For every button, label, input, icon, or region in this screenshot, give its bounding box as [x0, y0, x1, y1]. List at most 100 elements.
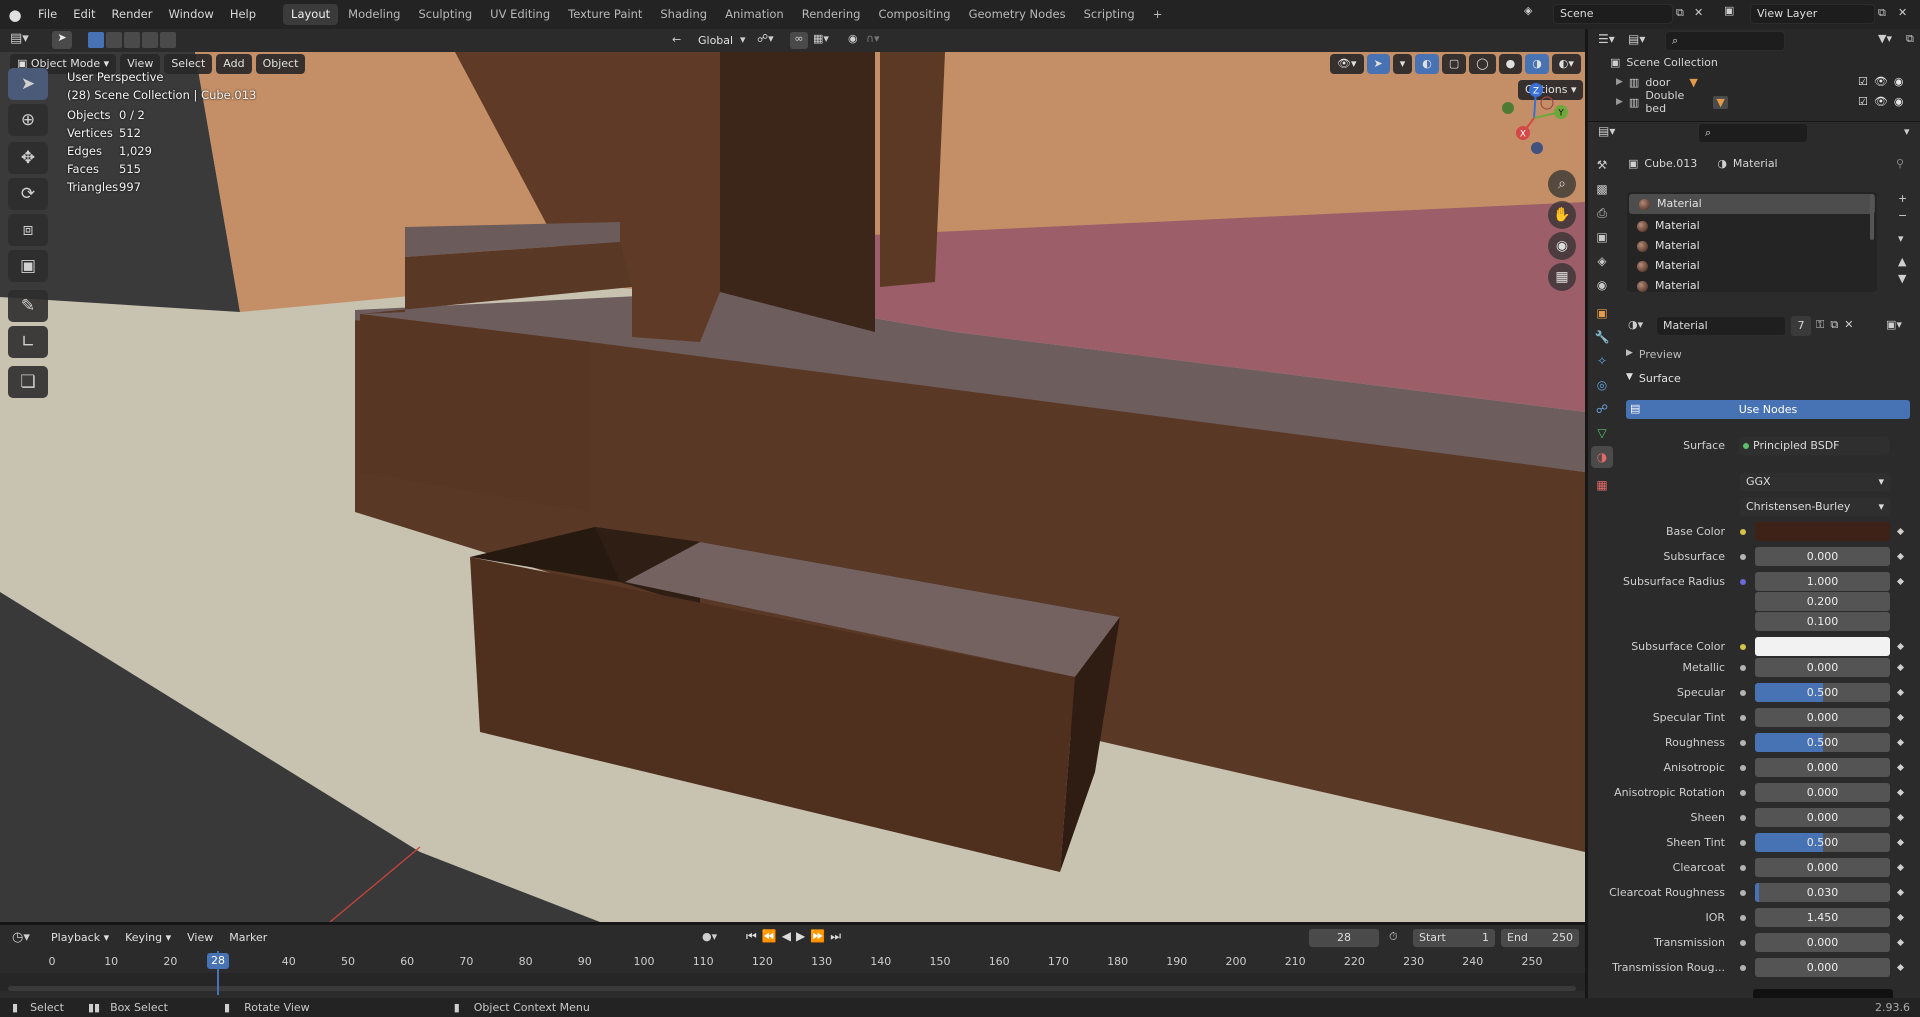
preview-range-icon[interactable]: ⏱ [1389, 930, 1398, 944]
subsurface-color-swatch[interactable] [1755, 637, 1890, 656]
keyframe-icon[interactable] [1896, 813, 1905, 822]
users-count[interactable]: 7 [1791, 316, 1811, 336]
properties-editor-icon[interactable]: ▤▾ [1598, 124, 1615, 138]
proportional-editing-icon[interactable]: ◉ [848, 32, 858, 45]
tab-shading[interactable]: Shading [652, 4, 715, 25]
move-tool-icon[interactable]: ✥ [8, 142, 48, 174]
keyframe-icon[interactable] [1896, 913, 1905, 922]
param-slider[interactable]: 0.500 [1755, 733, 1890, 752]
material-slot-list[interactable]: Material Material Material Material Mate… [1627, 192, 1877, 292]
new-view-layer-icon[interactable]: ⧉ [1878, 6, 1886, 20]
move-slot-up-icon[interactable]: ▲ [1898, 255, 1907, 268]
tab-scripting[interactable]: Scripting [1076, 4, 1143, 25]
pan-hand-icon[interactable]: ✋ [1548, 201, 1576, 229]
tab-sculpting[interactable]: Sculpting [410, 4, 480, 25]
material-slot-item[interactable]: Material [1627, 236, 1877, 256]
param-slider[interactable]: 0.000 [1755, 758, 1890, 777]
camera-icon[interactable]: ◉ [1894, 95, 1904, 108]
select-tool-icon[interactable]: ➤ [52, 31, 72, 49]
menu-add[interactable]: Add [216, 54, 252, 74]
outliner-row-scene-collection[interactable]: ▣ Scene Collection [1610, 53, 1718, 71]
overlays-icon[interactable]: ◐ [1415, 54, 1439, 74]
checkbox-icon[interactable]: ☑ [1858, 75, 1868, 88]
pivot-point-icon[interactable]: ☍▾ [757, 32, 774, 45]
solid-shading-icon[interactable]: ● [1498, 54, 1523, 74]
move-slot-down-icon[interactable]: ▼ [1898, 272, 1907, 285]
texture-tab-icon[interactable]: ▦ [1591, 474, 1613, 496]
tab-uv-editing[interactable]: UV Editing [482, 4, 558, 25]
material-name-field[interactable]: Material [1656, 316, 1786, 336]
menu-playback[interactable]: Playback ▾ [44, 928, 116, 948]
snap-target-icon[interactable]: ▦▾ [813, 32, 829, 45]
wireframe-shading-icon[interactable]: ◯ [1469, 54, 1496, 74]
selection-mode-icons[interactable] [88, 32, 176, 48]
playhead-frame-badge[interactable]: 28 [207, 953, 229, 969]
blender-logo-icon[interactable]: ● [0, 0, 30, 29]
expand-arrow-icon[interactable]: ▶ [1616, 97, 1623, 107]
menu-select[interactable]: Select [164, 54, 213, 74]
menu-help[interactable]: Help [222, 0, 264, 29]
param-slider[interactable]: 0.030 [1755, 883, 1890, 902]
end-frame-field[interactable]: End 250 [1500, 928, 1580, 948]
param-slider[interactable]: 0.500 [1755, 683, 1890, 702]
outliner-search-input[interactable]: ⌕ [1665, 31, 1785, 51]
menu-object[interactable]: Object [255, 54, 306, 74]
transform-orientation-dropdown[interactable]: Global [692, 31, 739, 50]
menu-edit[interactable]: Edit [65, 0, 103, 29]
render-tab-icon[interactable]: ▩ [1591, 178, 1613, 200]
play-reverse-icon[interactable]: ◀ [782, 929, 791, 944]
physics-tab-icon[interactable]: ◎ [1591, 374, 1613, 396]
xray-icon[interactable]: ▢ [1441, 54, 1467, 74]
menu-keying[interactable]: Keying ▾ [118, 928, 178, 948]
menu-marker[interactable]: Marker [222, 928, 274, 948]
add-cube-tool-icon[interactable]: ❏ [8, 366, 48, 398]
camera-view-icon[interactable]: ◉ [1548, 232, 1576, 260]
annotate-tool-icon[interactable]: ✎ [8, 290, 48, 322]
keyframe-icon[interactable] [1896, 863, 1905, 872]
keyframe-icon[interactable] [1896, 552, 1905, 561]
editor-type-icon[interactable]: ▤▾ [10, 31, 29, 46]
param-slider[interactable]: 0.000 [1755, 808, 1890, 827]
param-slider[interactable]: 0.000 [1755, 858, 1890, 877]
keyframe-icon[interactable] [1896, 888, 1905, 897]
distribution-dropdown[interactable]: GGX ▾ [1739, 472, 1891, 492]
zoom-icon[interactable]: ⌕ [1548, 170, 1576, 198]
view-layer-field[interactable]: View Layer [1750, 4, 1875, 24]
new-collection-icon[interactable]: ⧉ [1906, 32, 1914, 46]
keyframe-icon[interactable] [1896, 938, 1905, 947]
tab-texture-paint[interactable]: Texture Paint [560, 4, 650, 25]
param-slider[interactable]: 1.450 [1755, 908, 1890, 927]
material-slot-item[interactable]: Material [1629, 194, 1875, 214]
remove-slot-icon[interactable]: − [1898, 209, 1907, 222]
slot-scrollbar[interactable] [1870, 194, 1874, 240]
material-slot-item[interactable]: Material [1627, 276, 1877, 292]
constraints-tab-icon[interactable]: ☍ [1591, 398, 1613, 420]
cursor-tool-icon[interactable]: ⊕ [8, 104, 48, 136]
menu-file[interactable]: File [30, 0, 65, 29]
prev-keyframe-icon[interactable]: ⏪ [762, 929, 777, 944]
checkbox-icon[interactable]: ☑ [1858, 95, 1868, 108]
visibility-icon[interactable]: 👁▾ [1330, 54, 1364, 74]
keyframe-icon[interactable] [1896, 713, 1905, 722]
next-keyframe-icon[interactable]: ⏩ [810, 929, 825, 944]
measure-tool-icon[interactable]: ∟ [8, 326, 48, 358]
browse-material-icon[interactable]: ◑▾ [1628, 318, 1643, 331]
falloff-icon[interactable]: ∩▾ [866, 32, 880, 45]
unlink-material-icon[interactable]: ✕ [1844, 318, 1853, 332]
eye-icon[interactable]: 👁 [1874, 95, 1888, 108]
scene-icon[interactable]: ◈ [1524, 4, 1540, 24]
ortho-toggle-icon[interactable]: ▦ [1548, 263, 1576, 291]
eye-icon[interactable]: 👁 [1874, 75, 1888, 88]
keyframe-icon[interactable] [1896, 963, 1905, 972]
keyframe-icon[interactable] [1896, 763, 1905, 772]
modifier-tab-icon[interactable]: 🔧 [1591, 326, 1613, 348]
gizmo-toggle-icon[interactable]: ➤ [1366, 54, 1390, 74]
keyframe-icon[interactable] [1896, 688, 1905, 697]
rotate-tool-icon[interactable]: ⟳ [8, 178, 48, 210]
emission-swatch[interactable] [1753, 989, 1893, 998]
scene-tab-icon[interactable]: ◈ [1591, 250, 1613, 272]
rendered-shading-icon[interactable]: ◐▾ [1551, 54, 1581, 74]
frame-ruler[interactable]: 0 10 20 40 50 60 70 80 90 100 110 120 130 140 150 160 17… [0, 951, 1585, 973]
use-nodes-button[interactable]: Use Nodes [1626, 400, 1910, 419]
preview-panel-header[interactable]: ▶ Preview [1626, 348, 1682, 361]
